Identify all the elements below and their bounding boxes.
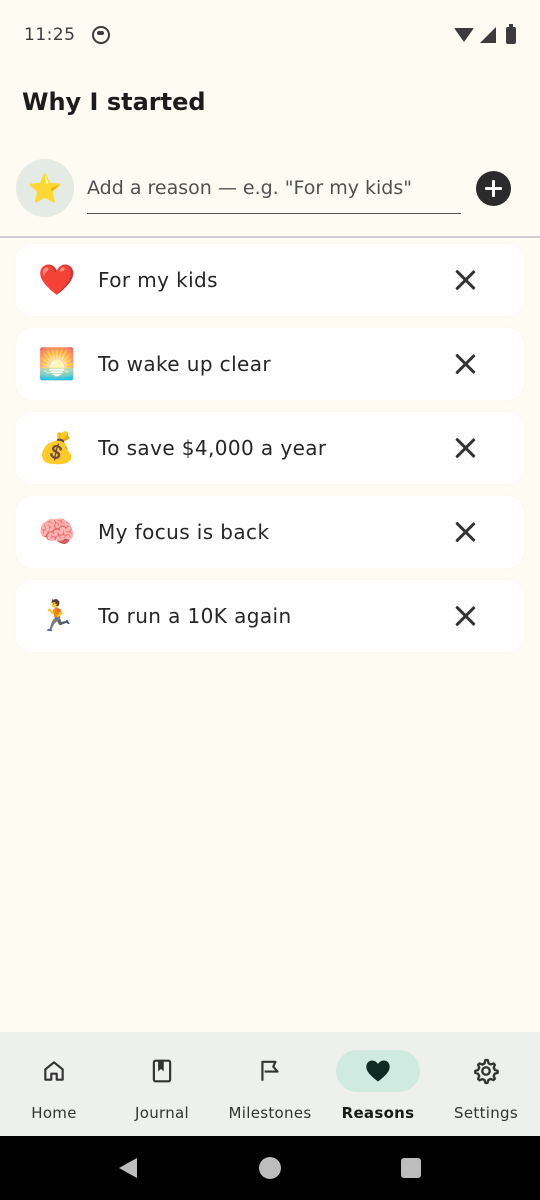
gear-icon <box>474 1058 499 1085</box>
reason-text: To wake up clear <box>98 352 272 376</box>
notification-icon <box>91 26 110 44</box>
emoji-picker-button[interactable]: ⭐ <box>16 159 74 217</box>
reason-text: To save $4,000 a year <box>98 436 327 460</box>
nav-label: Journal <box>135 1104 189 1122</box>
system-nav-bar <box>0 1136 540 1200</box>
reason-emoji: 🌅 <box>38 346 76 382</box>
nav-journal[interactable]: Journal <box>108 1032 216 1136</box>
battery-icon <box>506 23 516 44</box>
nav-label: Home <box>31 1104 77 1122</box>
add-reason-button[interactable] <box>476 170 511 206</box>
reason-input[interactable] <box>87 176 461 199</box>
back-icon[interactable] <box>119 1158 137 1178</box>
nav-icon-container <box>12 1050 96 1092</box>
close-icon[interactable] <box>454 605 476 627</box>
home-icon <box>44 1061 64 1081</box>
reason-emoji: ❤️ <box>38 262 76 298</box>
close-icon[interactable] <box>454 353 476 375</box>
nav-icon-container <box>444 1050 528 1092</box>
reason-emoji: 🏃 <box>38 598 76 634</box>
nav-reasons[interactable]: Reasons <box>324 1032 432 1136</box>
bottom-nav: Home Journal Milestones Reasons Settings <box>0 1032 540 1136</box>
reason-text: For my kids <box>98 268 218 292</box>
nav-milestones[interactable]: Milestones <box>216 1032 324 1136</box>
recents-icon[interactable] <box>401 1158 421 1178</box>
nav-label: Reasons <box>341 1104 415 1122</box>
close-icon[interactable] <box>454 437 476 459</box>
reason-card: 🌅 To wake up clear <box>16 328 524 400</box>
nav-icon-container <box>336 1050 420 1092</box>
divider <box>0 236 540 238</box>
reason-list: ❤️ For my kids 🌅 To wake up clear 💰 To s… <box>16 244 524 664</box>
status-icons <box>454 23 516 44</box>
page-title: Why I started <box>22 88 206 116</box>
signal-icon <box>480 27 496 43</box>
flag-icon <box>261 1060 279 1081</box>
reason-card: 💰 To save $4,000 a year <box>16 412 524 484</box>
reason-text: My focus is back <box>98 520 270 544</box>
reason-card: 🏃 To run a 10K again <box>16 580 524 652</box>
journal-icon <box>152 1059 172 1083</box>
reason-card: 🧠 My focus is back <box>16 496 524 568</box>
close-icon[interactable] <box>454 269 476 291</box>
wifi-icon <box>454 28 474 42</box>
nav-label: Settings <box>454 1104 518 1122</box>
nav-label: Milestones <box>228 1104 312 1122</box>
reason-emoji: 💰 <box>38 430 76 466</box>
nav-icon-container <box>120 1050 204 1092</box>
reason-text: To run a 10K again <box>98 604 292 628</box>
close-icon[interactable] <box>454 521 476 543</box>
add-reason-row: ⭐ <box>16 158 524 218</box>
reason-card: ❤️ For my kids <box>16 244 524 316</box>
status-time: 11:25 <box>24 25 76 45</box>
nav-home[interactable]: Home <box>0 1032 108 1136</box>
heart-icon <box>366 1060 390 1082</box>
reason-emoji: 🧠 <box>38 514 76 550</box>
nav-settings[interactable]: Settings <box>432 1032 540 1136</box>
nav-icon-container <box>228 1050 312 1092</box>
reason-input-container <box>87 162 461 214</box>
home-circle-icon[interactable] <box>259 1157 281 1179</box>
status-bar: 11:25 <box>0 0 540 70</box>
